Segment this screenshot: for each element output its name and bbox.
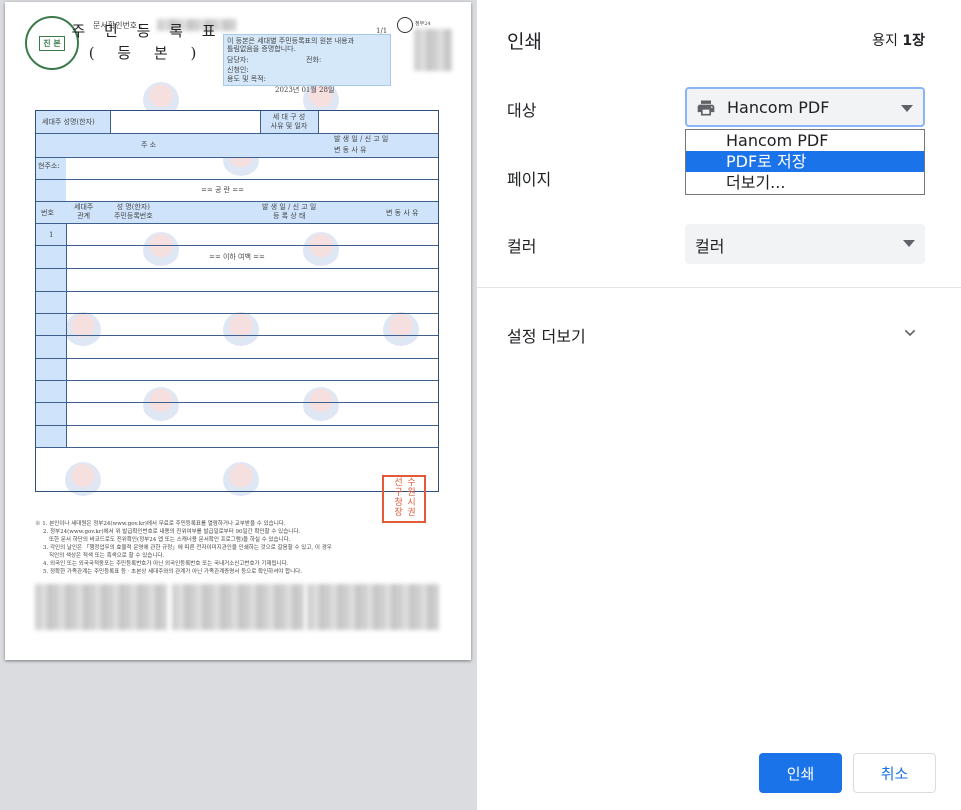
seal-text: 진 본: [39, 35, 65, 51]
col-reason-header: 변 동 사 유: [386, 209, 419, 217]
first-row-number: 1: [49, 231, 54, 239]
pages-label: 페이지: [507, 170, 552, 189]
destination-dropdown-list: Hancom PDF PDF로 저장 더보기...: [685, 129, 925, 195]
col-relation-header: 세대주 관계: [74, 203, 94, 220]
qr-logo-icon: [397, 17, 413, 33]
destination-select[interactable]: Hancom PDF: [685, 87, 925, 127]
address-header: 주 소: [141, 141, 157, 149]
redacted-barcode: [172, 584, 304, 630]
destination-value: Hancom PDF: [727, 98, 830, 117]
dropdown-arrow-icon: [901, 105, 913, 112]
applicant-label: 신청인:: [227, 66, 249, 74]
purpose-label: 용도 및 목적:: [227, 75, 267, 83]
cancel-button[interactable]: 취소: [853, 753, 936, 793]
composition-label: 세 대 구 성 사유 및 일자: [270, 113, 308, 130]
col-occurrence-header: 발 생 일 / 신 고 일 등 록 상 태: [262, 203, 317, 220]
document-subtitle: ( 등 본 ): [88, 44, 206, 62]
official-stamp: 수원시권선구청장: [382, 475, 426, 523]
document-title: 주 민 등 록 표: [71, 22, 223, 40]
issue-date: 2023년 01월 28일: [275, 86, 335, 94]
end-marker: == 이하 여백 ==: [209, 253, 265, 261]
occurrence-header-1: 발 생 일 / 신 고 일: [334, 135, 389, 143]
blank-marker: == 공 란 ==: [201, 186, 245, 194]
current-address-label: 현주소:: [38, 162, 60, 170]
color-value: 컬러: [695, 237, 725, 256]
dialog-title: 인쇄: [507, 31, 542, 53]
note-line: 5. 정확한 가족관계는 주민등록표 등ㆍ초본상 세대주와의 관계가 아닌 가족…: [43, 569, 302, 575]
sheet-count: 용지 1장: [872, 30, 925, 50]
col-number-header: 번호: [41, 209, 54, 217]
cert-line-2: 틀림없음을 증명합니다.: [227, 45, 296, 53]
officer-label: 담당자:: [227, 56, 249, 64]
option-see-more[interactable]: 더보기...: [686, 172, 924, 193]
sheet-count-prefix: 용지: [872, 33, 903, 49]
occurrence-header-2: 변 동 사 유: [334, 146, 367, 154]
householder-label: 세대주 성명(한자): [42, 118, 95, 126]
dropdown-arrow-icon: [903, 240, 915, 247]
color-label: 컬러: [507, 237, 537, 256]
redacted-qr-code: [414, 29, 452, 71]
document-page: 진 본 문서확인번호 : 1/1 정부24 주 민 등 록 표 ( 등 본 ) …: [5, 2, 471, 660]
phone-label: 전화:: [306, 56, 322, 64]
more-settings-toggle[interactable]: 설정 더보기: [507, 323, 586, 347]
color-select[interactable]: 컬러: [685, 224, 925, 264]
redacted-barcode: [35, 584, 167, 630]
chevron-down-icon[interactable]: [902, 325, 918, 341]
redacted-barcode: [307, 584, 439, 630]
sheet-count-value: 1장: [902, 33, 925, 49]
option-hancom-pdf[interactable]: Hancom PDF: [686, 130, 924, 151]
resident-register-table: 세대주 성명(한자) 세 대 구 성 사유 및 일자 주 소 발 생 일 / 신…: [35, 110, 439, 492]
option-save-as-pdf[interactable]: PDF로 저장: [686, 151, 924, 172]
printer-icon: [697, 100, 715, 116]
print-button[interactable]: 인쇄: [759, 753, 842, 793]
qr-label: 정부24: [415, 21, 431, 27]
section-divider: [477, 287, 961, 288]
print-settings-panel: 인쇄 용지 1장 대상 Hancom PDF Hancom PDF PDF로 저…: [477, 0, 961, 810]
destination-label: 대상: [507, 101, 537, 120]
certification-box: 이 등본은 세대별 주민등록표의 원본 내용과 틀림없음을 증명합니다. 담당자…: [223, 34, 391, 86]
col-name-header: 성 명(한자) 주민등록번호: [114, 203, 153, 220]
print-preview-area: 진 본 문서확인번호 : 1/1 정부24 주 민 등 록 표 ( 등 본 ) …: [0, 0, 477, 810]
